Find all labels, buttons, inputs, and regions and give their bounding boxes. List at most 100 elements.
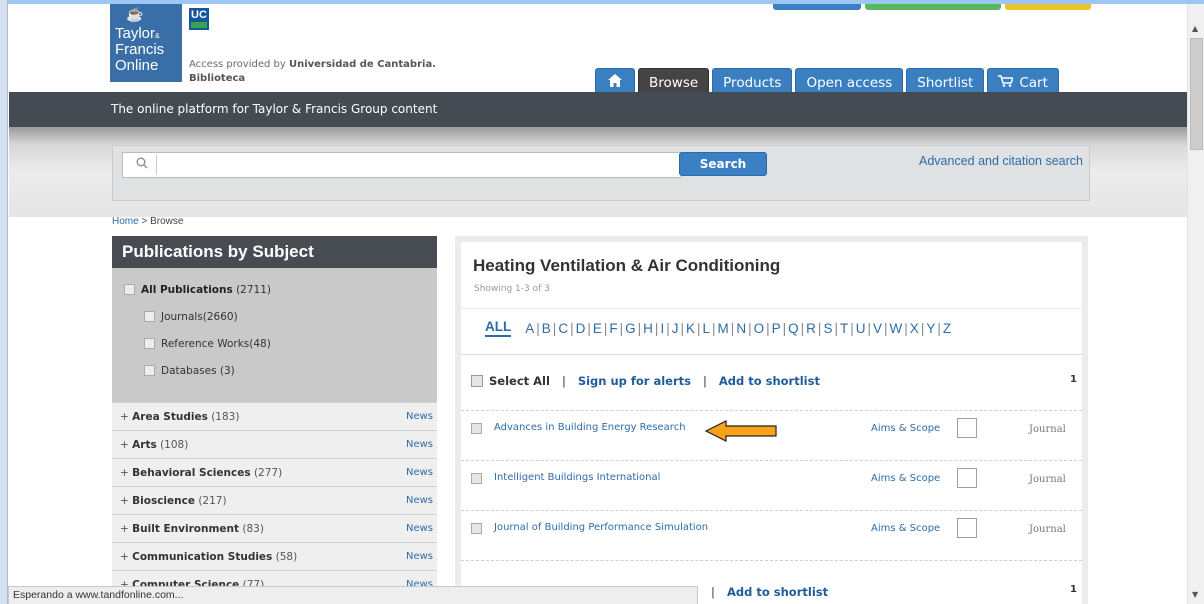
alpha-separator: | [937, 320, 941, 336]
alpha-letter-g[interactable]: G [625, 321, 636, 336]
filter-label: All Publications [141, 283, 233, 296]
filter-databases[interactable]: Databases (3) [112, 357, 437, 384]
alpha-separator: | [603, 320, 608, 336]
subject-label[interactable]: Arts [132, 439, 157, 451]
publication-title-link[interactable]: Advances in Building Energy Research [494, 422, 686, 433]
add-to-shortlist-link-bottom[interactable]: Add to shortlist [727, 585, 828, 599]
subject-label[interactable]: Area Studies [132, 411, 208, 423]
search-input[interactable] [159, 154, 679, 176]
shortlist-toggle[interactable] [957, 418, 977, 438]
subject-news-link[interactable]: News [406, 439, 433, 450]
publication-type: Journal [1029, 474, 1066, 485]
row-checkbox[interactable] [471, 523, 482, 534]
subject-item[interactable]: + Built Environment (83) News [112, 514, 437, 542]
subject-list: + Area Studies (183) News + Arts (108) N… [112, 402, 437, 598]
page-number[interactable]: 1 [1070, 374, 1077, 385]
subject-count: (217) [198, 494, 227, 507]
subject-label[interactable]: Built Environment [132, 523, 239, 535]
alerts-link[interactable]: Sign up for alerts [578, 374, 691, 388]
subject-news-link[interactable]: News [406, 495, 433, 506]
alpha-letter-a[interactable]: A [525, 321, 534, 336]
checkbox[interactable] [124, 284, 135, 295]
subject-news-link[interactable]: News [406, 467, 433, 478]
toolbar-separator: | [561, 374, 566, 388]
subject-news-link[interactable]: News [406, 551, 433, 562]
alpha-letter-s[interactable]: S [823, 321, 832, 336]
alpha-separator: | [680, 320, 684, 336]
alpha-letter-j[interactable]: J [672, 321, 679, 336]
alpha-letter-y[interactable]: Y [926, 321, 935, 336]
alpha-letter-k[interactable]: K [686, 321, 695, 336]
alpha-separator: | [666, 320, 670, 336]
checkbox[interactable] [144, 311, 155, 322]
aims-scope-link[interactable]: Aims & Scope [871, 523, 940, 534]
alpha-letter-r[interactable]: R [806, 321, 816, 336]
top-tab-blue[interactable] [773, 4, 861, 10]
alpha-letter-w[interactable]: W [890, 321, 903, 336]
alpha-letter-l[interactable]: L [703, 321, 711, 336]
access-org-line2: Biblioteca [189, 73, 246, 84]
subject-news-link[interactable]: News [406, 411, 433, 422]
alpha-letter-x[interactable]: X [910, 321, 919, 336]
row-divider [461, 560, 1082, 561]
checkbox[interactable] [144, 338, 155, 349]
scroll-down-icon[interactable]: ▼ [1192, 590, 1198, 599]
alpha-letter-h[interactable]: H [643, 321, 653, 336]
subject-item[interactable]: + Behavioral Sciences (277) News [112, 458, 437, 486]
alpha-letter-m[interactable]: M [718, 321, 729, 336]
subject-item[interactable]: + Communication Studies (58) News [112, 542, 437, 570]
select-all-label[interactable]: Select All [489, 374, 550, 388]
filter-journals[interactable]: Journals(2660) [112, 303, 437, 330]
alpha-letter-v[interactable]: V [873, 321, 882, 336]
page-scrollbar[interactable]: ▲ ▼ [1187, 4, 1204, 604]
subject-label[interactable]: Bioscience [132, 495, 195, 507]
alphabet-filter: ALL A | B | C | D | E | F | G | H | I | J | K | L | M | N | O | P | Q | R |… [485, 319, 951, 337]
alpha-all-link[interactable]: ALL [485, 319, 512, 337]
alpha-letter-f[interactable]: F [609, 321, 617, 336]
page-number-bottom[interactable]: 1 [1070, 584, 1077, 595]
top-tab-yellow[interactable] [1005, 4, 1091, 10]
alpha-letter-p[interactable]: P [772, 321, 781, 336]
publication-title-link[interactable]: Intelligent Buildings International [494, 472, 660, 483]
alpha-separator: | [730, 320, 735, 336]
alpha-letter-c[interactable]: C [558, 321, 568, 336]
alpha-letter-z[interactable]: Z [943, 321, 951, 336]
alpha-letter-q[interactable]: Q [788, 321, 799, 336]
breadcrumb-current: Browse [150, 216, 184, 227]
alpha-letter-b[interactable]: B [542, 321, 551, 336]
subject-label[interactable]: Communication Studies [132, 551, 272, 563]
top-tab-green[interactable] [865, 4, 1001, 10]
alpha-letter-u[interactable]: U [856, 321, 866, 336]
cart-icon [998, 74, 1015, 91]
add-to-shortlist-link[interactable]: Add to shortlist [719, 374, 820, 388]
alpha-letter-i[interactable]: I [660, 321, 664, 336]
checkbox[interactable] [144, 365, 155, 376]
filter-all-publications[interactable]: All Publications (2711) [112, 276, 437, 303]
scroll-up-icon[interactable]: ▲ [1192, 24, 1198, 33]
select-all-checkbox[interactable] [471, 375, 483, 387]
filter-reference-works[interactable]: Reference Works(48) [112, 330, 437, 357]
alpha-letter-d[interactable]: D [576, 321, 586, 336]
alpha-letter-t[interactable]: T [840, 321, 848, 336]
alpha-separator: | [920, 320, 925, 336]
publication-title-link[interactable]: Journal of Building Performance Simulati… [494, 522, 708, 533]
subject-news-link[interactable]: News [406, 523, 433, 534]
shortlist-toggle[interactable] [957, 468, 977, 488]
aims-scope-link[interactable]: Aims & Scope [871, 423, 940, 434]
shortlist-toggle[interactable] [957, 518, 977, 538]
subject-item[interactable]: + Bioscience (217) News [112, 486, 437, 514]
subject-item[interactable]: + Area Studies (183) News [112, 402, 437, 430]
row-checkbox[interactable] [471, 473, 482, 484]
scroll-thumb[interactable] [1190, 38, 1203, 150]
breadcrumb-home[interactable]: Home [112, 216, 139, 227]
search-button[interactable]: Search [679, 152, 767, 176]
alpha-letter-n[interactable]: N [736, 321, 746, 336]
aims-scope-link[interactable]: Aims & Scope [871, 473, 940, 484]
row-checkbox[interactable] [471, 423, 482, 434]
subject-item[interactable]: + Arts (108) News [112, 430, 437, 458]
alpha-letter-e[interactable]: E [593, 321, 602, 336]
advanced-search-link[interactable]: Advanced and citation search [919, 154, 1083, 168]
taylor-francis-logo[interactable]: ☕ Taylor& Francis Online [110, 4, 182, 82]
subject-label[interactable]: Behavioral Sciences [132, 467, 250, 479]
alpha-letter-o[interactable]: O [754, 321, 765, 336]
